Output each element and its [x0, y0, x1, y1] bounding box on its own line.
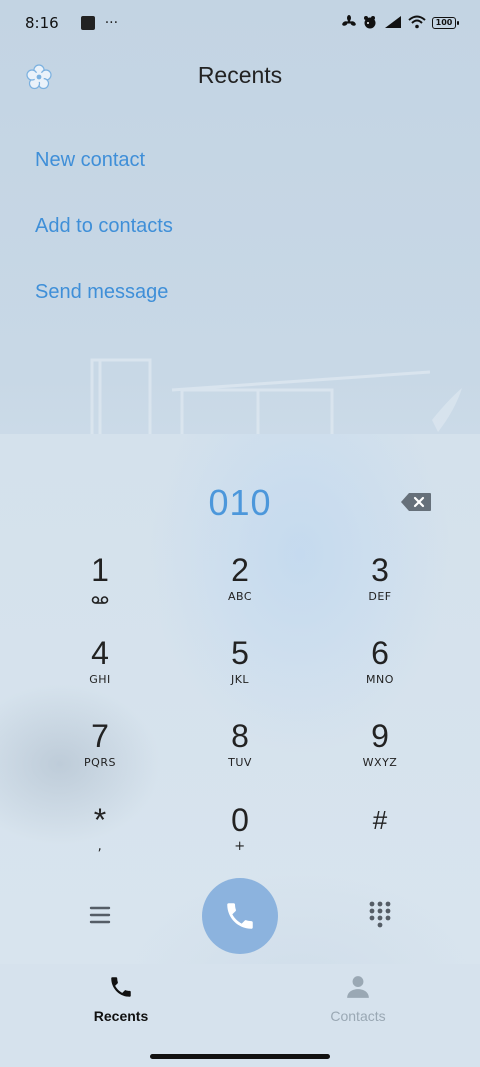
page-title: Recents [197, 62, 283, 88]
menu-icon[interactable] [88, 904, 112, 926]
key-7[interactable]: 7 PQRS [30, 716, 170, 800]
status-bar: 8:16 ··· 100 [0, 0, 480, 46]
person-icon [345, 974, 371, 1004]
key-digit: 8 [231, 718, 249, 754]
key-1[interactable]: 1 [30, 550, 170, 634]
app-square-icon [80, 16, 95, 30]
fan-icon [342, 14, 356, 33]
key-digit: 5 [231, 635, 249, 671]
backspace-icon[interactable] [400, 492, 432, 512]
voicemail-icon [30, 590, 170, 604]
key-0[interactable]: 0 + [170, 800, 310, 884]
wifi-icon [408, 14, 426, 33]
key-letters: MNO [366, 673, 394, 686]
send-message-link[interactable]: Send message [35, 277, 173, 343]
key-letters: + [234, 839, 246, 854]
key-digit: 1 [91, 552, 109, 588]
key-digit: 6 [371, 635, 389, 671]
key-8[interactable]: 8 TUV [170, 716, 310, 800]
key-digit: 7 [91, 718, 109, 754]
quick-actions: New contact Add to contacts Send message [35, 145, 173, 343]
key-6[interactable]: 6 MNO [310, 633, 450, 717]
add-to-contacts-link[interactable]: Add to contacts [35, 211, 173, 277]
key-digit: 3 [371, 552, 389, 588]
signal-icon [384, 14, 402, 33]
key-star[interactable]: * , [30, 800, 170, 884]
overflow-dots: ··· [104, 15, 119, 31]
key-letters: ABC [227, 590, 253, 603]
home-indicator[interactable] [150, 1054, 330, 1059]
key-digit: # [372, 805, 388, 835]
key-letters: WXYZ [362, 756, 398, 769]
tab-recents[interactable]: Recents [61, 974, 181, 1024]
key-digit: 9 [371, 718, 389, 754]
key-digit: 2 [231, 552, 249, 588]
bottom-tab-bar: Recents Contacts [0, 964, 480, 1067]
header: Recents [0, 52, 480, 102]
key-letters: JKL [230, 673, 250, 686]
background-illustration [0, 340, 480, 440]
dialpad-icon[interactable] [368, 900, 392, 928]
bird-icon [362, 14, 378, 33]
key-digit: 0 [231, 802, 249, 838]
key-2[interactable]: 2 ABC [170, 550, 310, 634]
key-letters: GHI [89, 673, 111, 686]
new-contact-link[interactable]: New contact [35, 145, 173, 211]
key-3[interactable]: 3 DEF [310, 550, 450, 634]
battery-icon: 100 [432, 17, 459, 29]
key-hash[interactable]: # [310, 800, 450, 884]
phone-icon [108, 974, 134, 1004]
key-4[interactable]: 4 GHI [30, 633, 170, 717]
key-letters: DEF [368, 590, 392, 603]
key-digit: * [93, 802, 107, 838]
key-letters: PQRS [84, 756, 116, 769]
key-digit: 4 [91, 635, 109, 671]
status-time: 8:16 [25, 14, 59, 32]
key-letters: TUV [228, 756, 252, 769]
key-letters: , [97, 839, 103, 854]
key-9[interactable]: 9 WXYZ [310, 716, 450, 800]
key-5[interactable]: 5 JKL [170, 633, 310, 717]
call-button[interactable] [202, 878, 278, 954]
dialer-panel: 010 1 2 ABC 3 DEF 4 GHI 5 JKL 6 MNO 7 PQ… [0, 434, 480, 964]
tab-contacts[interactable]: Contacts [298, 974, 418, 1024]
tab-label: Contacts [330, 1008, 386, 1024]
phone-icon [227, 903, 253, 929]
tab-label: Recents [93, 1008, 149, 1024]
dialer-controls [0, 878, 480, 958]
